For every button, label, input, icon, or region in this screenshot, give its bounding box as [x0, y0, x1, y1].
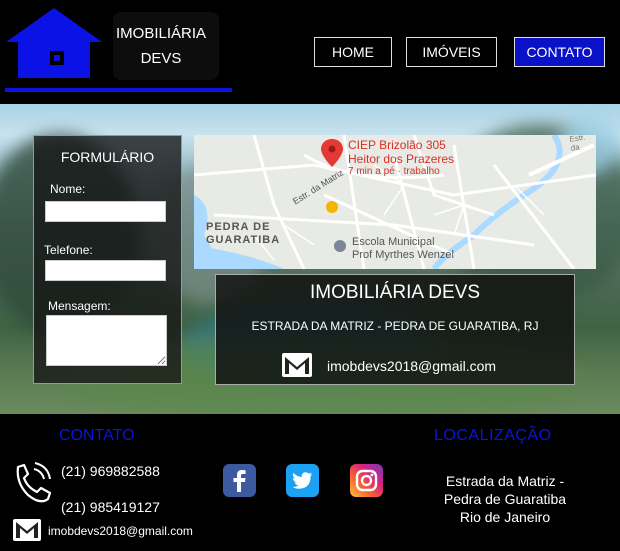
nav-home-button[interactable]: HOME — [314, 37, 392, 67]
map-place-sub: 7 min a pé · trabalho — [348, 166, 440, 177]
footer-email[interactable]: imobdevs2018@gmail.com — [48, 524, 193, 538]
gmail-icon-footer — [13, 519, 41, 541]
mensagem-textarea[interactable] — [46, 315, 167, 366]
phone-number-1[interactable]: (21) 969882588 — [61, 463, 160, 479]
map-area-label: PEDRA DE — [206, 221, 271, 233]
nome-label: Nome: — [50, 182, 86, 196]
telefone-label: Telefone: — [44, 243, 93, 257]
form-title: FORMULÁRIO — [60, 149, 155, 165]
logo-underline — [5, 88, 232, 92]
phone-icon — [16, 462, 52, 503]
location-map[interactable]: CIEP Brizolão 305 Heitor dos Prazeres 7 … — [194, 135, 596, 269]
nav-contato-button[interactable]: CONTATO — [514, 37, 605, 67]
location-line-3: Rio de Janeiro — [459, 509, 551, 525]
company-title: IMOBILIÁRIA DEVS — [310, 282, 480, 303]
brand-name: IMOBILIÁRIA — [115, 25, 207, 42]
company-address: ESTRADA DA MATRIZ - PEDRA DE GUARATIBA, … — [251, 319, 539, 333]
map-place-name-2: Heitor dos Prazeres — [348, 152, 455, 166]
location-line-2: Pedra de Guaratiba — [443, 491, 567, 507]
map-school-label: Escola Municipal — [352, 236, 435, 248]
company-email[interactable]: imobdevs2018@gmail.com — [327, 358, 496, 374]
phone-number-2[interactable]: (21) 985419127 — [61, 499, 160, 515]
nav-imoveis-button[interactable]: IMÓVEIS — [406, 37, 497, 67]
nome-input[interactable] — [45, 201, 166, 222]
facebook-icon[interactable] — [223, 464, 256, 497]
map-place-name: CIEP Brizolão 305 — [348, 138, 446, 152]
map-area-label-2: GUARATIBA — [206, 234, 281, 246]
house-logo-icon[interactable] — [6, 8, 102, 78]
map-school-label-2: Prof Myrthes Wenzel — [352, 249, 454, 261]
footer-contato-heading: CONTATO — [59, 427, 135, 444]
twitter-icon[interactable] — [286, 464, 319, 497]
brand-name-line2: DEVS — [140, 50, 182, 67]
gmail-icon — [282, 353, 312, 377]
instagram-icon[interactable] — [350, 464, 383, 497]
location-line-1: Estrada da Matriz - — [445, 473, 565, 489]
mensagem-label: Mensagem: — [48, 299, 111, 313]
telefone-input[interactable] — [45, 260, 166, 281]
footer-localizacao-heading: LOCALIZAÇÃO — [434, 427, 552, 444]
brand-box — [113, 12, 219, 80]
